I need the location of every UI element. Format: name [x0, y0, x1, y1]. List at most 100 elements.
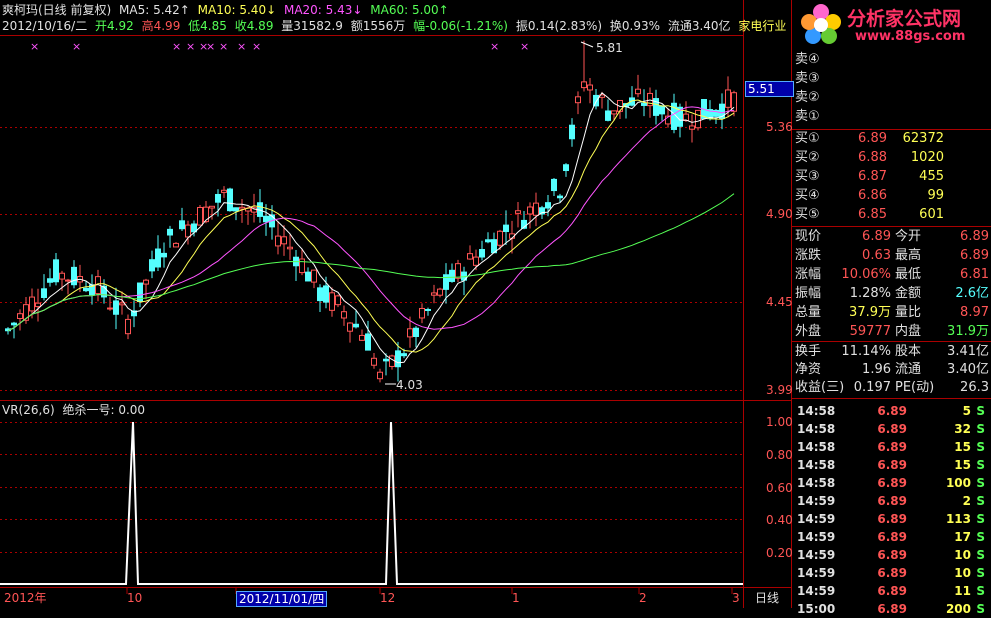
- quote-value: 10.06%: [841, 267, 891, 282]
- indicator-axis-label: 0.60: [766, 481, 793, 495]
- buy-order-row[interactable]: 买④ 6.86 99: [795, 187, 991, 205]
- tick-volume: 100: [945, 476, 971, 490]
- chart-header-line1: 爽柯玛(日线 前复权) MA5: 5.42↑ MA10: 5.40↓ MA20:…: [2, 3, 453, 17]
- high-mark-arrow: [580, 41, 594, 48]
- quote-value: 6.89: [960, 229, 989, 244]
- indicator-axis-label: 0.20: [766, 546, 793, 560]
- info-label: PE(动): [895, 380, 935, 395]
- buy-order-row[interactable]: 买② 6.88 1020: [795, 149, 991, 167]
- industry-value[interactable]: 家电行业: [738, 19, 786, 33]
- candle-body: [353, 323, 359, 328]
- indicator-signal-line: [0, 421, 743, 585]
- candle-body: [455, 263, 461, 279]
- tick-row[interactable]: 14:59 6.89 10 S: [795, 546, 991, 564]
- close-value: 收4.89: [234, 19, 274, 33]
- candle-body: [11, 322, 17, 326]
- tick-volume: 11: [954, 584, 971, 598]
- sell-order-row[interactable]: 卖②: [795, 89, 991, 107]
- info-value: 1.96: [862, 362, 891, 377]
- quote-label: 总量: [795, 305, 822, 320]
- sell-order-row[interactable]: 卖④: [795, 51, 991, 69]
- candle-body: [479, 249, 485, 258]
- ma5-value: MA5: 5.42↑: [119, 3, 190, 17]
- buy-order-row[interactable]: 买① 6.89 62372: [795, 130, 991, 148]
- candle-body: [419, 307, 425, 319]
- candle-body: [407, 328, 413, 338]
- site-logo: 分析家公式网 www.88gs.com: [795, 0, 991, 48]
- tick-row[interactable]: 14:58 6.89 5 S: [795, 402, 991, 420]
- candle-body: [83, 287, 89, 292]
- buy-order-volume: 455: [919, 169, 944, 184]
- info-row: 收益(三) 0.197 PE(动) 26.3: [795, 379, 991, 397]
- signal-marker: ×: [186, 40, 195, 53]
- tick-time: 14:58: [797, 422, 836, 436]
- candle-body: [365, 333, 371, 351]
- tick-row[interactable]: 14:58 6.89 100 S: [795, 474, 991, 492]
- bar-date: 2012/10/16/二: [2, 19, 88, 33]
- candle-body: [551, 178, 557, 192]
- tick-price: 6.89: [877, 548, 907, 562]
- stock-name[interactable]: 爽柯玛(日线 前复权): [2, 3, 111, 17]
- candle-body: [287, 246, 293, 250]
- tick-row[interactable]: 14:58 6.89 32 S: [795, 420, 991, 438]
- tick-row[interactable]: 14:58 6.89 15 S: [795, 456, 991, 474]
- candle-body: [605, 110, 611, 121]
- indicator-signal: 绝杀一号: 0.00: [62, 403, 146, 417]
- quote-label: 最低: [895, 267, 922, 282]
- candle-body: [149, 259, 155, 272]
- quote-value: 37.9万: [849, 305, 891, 320]
- period-label[interactable]: 日线: [755, 591, 779, 605]
- tick-price: 6.89: [877, 422, 907, 436]
- tick-row[interactable]: 14:59 6.89 113 S: [795, 510, 991, 528]
- flower-logo-icon: [801, 4, 841, 44]
- candle-body: [449, 269, 455, 282]
- sell-order-row[interactable]: 卖①: [795, 108, 991, 126]
- indicator-title[interactable]: VR(26,6) 绝杀一号: 0.00: [2, 403, 145, 417]
- candle-body: [53, 259, 59, 283]
- info-value: 11.14%: [841, 344, 891, 359]
- tick-row[interactable]: 14:59 6.89 11 S: [795, 582, 991, 600]
- tick-volume: 200: [945, 602, 971, 616]
- candle-body: [71, 266, 77, 286]
- tick-time: 14:59: [797, 584, 836, 598]
- logo-url: www.88gs.com: [855, 29, 966, 44]
- info-row: 换手 11.14% 股本 3.41亿: [795, 343, 991, 361]
- candle-body: [215, 193, 221, 203]
- tick-row[interactable]: 15:00 6.89 200 S: [795, 600, 991, 618]
- candle-body: [587, 84, 593, 91]
- quote-value: 6.89: [862, 229, 891, 244]
- time-axis-cursor-label: 2012/11/01/四: [236, 591, 328, 607]
- candle-body: [635, 88, 641, 95]
- candle-body: [533, 202, 539, 216]
- tick-time: 14:59: [797, 494, 836, 508]
- buy-order-row[interactable]: 买⑤ 6.85 601: [795, 206, 991, 224]
- quote-row: 现价 6.89 今开 6.89: [795, 228, 991, 246]
- quote-label: 最高: [895, 248, 922, 263]
- buy-order-price: 6.86: [858, 188, 887, 203]
- indicator-axis-label: 0.80: [766, 448, 793, 462]
- candle-body: [389, 355, 395, 367]
- candle-body: [119, 302, 125, 306]
- tick-row[interactable]: 14:59 6.89 10 S: [795, 564, 991, 582]
- tick-row[interactable]: 14:58 6.89 15 S: [795, 438, 991, 456]
- tick-time: 14:59: [797, 512, 836, 526]
- tick-time: 14:59: [797, 548, 836, 562]
- time-axis-label: 3: [732, 591, 740, 605]
- sell-order-row[interactable]: 卖③: [795, 70, 991, 88]
- candle-body: [527, 206, 533, 215]
- candle-body: [689, 125, 695, 130]
- candle-body: [29, 296, 35, 312]
- buy-order-row[interactable]: 买③ 6.87 455: [795, 168, 991, 186]
- candle-body: [107, 307, 113, 310]
- signal-marker: ×: [172, 40, 181, 53]
- indicator-name: VR(26,6): [2, 403, 55, 417]
- candle-body: [347, 322, 353, 332]
- candle-body: [197, 206, 203, 226]
- time-axis-label: 12: [380, 591, 396, 605]
- quote-label: 内盘: [895, 324, 922, 339]
- info-value: 3.41亿: [947, 344, 989, 359]
- info-label: 股本: [895, 344, 922, 359]
- tick-row[interactable]: 14:59 6.89 2 S: [795, 492, 991, 510]
- tick-row[interactable]: 14:59 6.89 17 S: [795, 528, 991, 546]
- buy-order-volume: 1020: [910, 150, 944, 165]
